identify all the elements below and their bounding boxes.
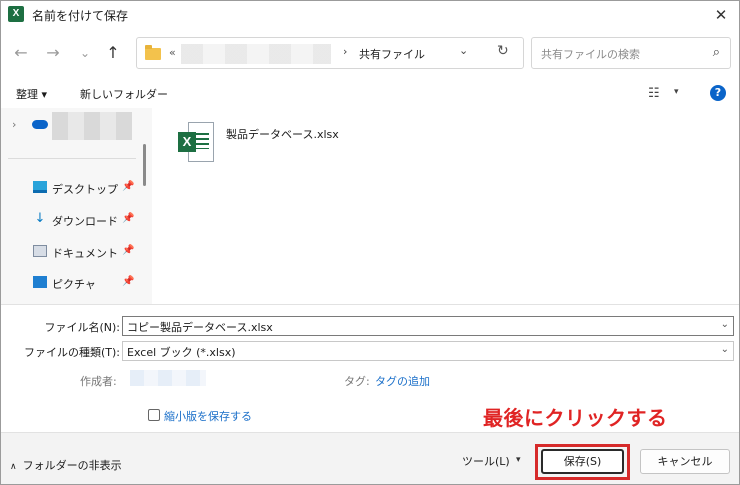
new-folder-button[interactable]: 新しいフォルダー bbox=[80, 86, 168, 102]
title-bar: X 名前を付けて保存 ✕ bbox=[0, 0, 740, 30]
expand-chevron-icon[interactable]: › bbox=[12, 118, 16, 131]
dialog-footer: ∧ フォルダーの非表示 ツール(L) ▾ 保存(S) キャンセル bbox=[0, 432, 740, 485]
pin-icon: 📌 bbox=[122, 213, 135, 224]
recent-locations-chevron-icon[interactable]: ⌄ bbox=[74, 42, 96, 64]
excel-app-icon: X bbox=[8, 6, 24, 22]
annotation-text: 最後にクリックする bbox=[483, 406, 668, 430]
document-icon bbox=[33, 245, 47, 257]
search-placeholder: 共有ファイルの検索 bbox=[541, 48, 640, 61]
sidebar-item-downloads[interactable]: ↓ ダウンロード 📌 bbox=[0, 206, 140, 234]
chevron-down-icon[interactable]: ⌄ bbox=[721, 319, 729, 330]
refresh-icon[interactable]: ↻ bbox=[497, 43, 509, 59]
save-button[interactable]: 保存(S) bbox=[541, 449, 624, 474]
search-icon[interactable]: ⌕ bbox=[713, 45, 720, 60]
close-button[interactable]: ✕ bbox=[708, 3, 734, 27]
chevron-down-icon[interactable]: ⌄ bbox=[721, 344, 729, 355]
filename-label: ファイル名(N): bbox=[44, 321, 120, 334]
onedrive-label-blurred[interactable] bbox=[52, 112, 132, 140]
hide-folders-label: フォルダーの非表示 bbox=[22, 459, 122, 472]
file-name[interactable]: 製品データベース.xlsx bbox=[226, 126, 339, 142]
back-arrow-icon[interactable]: ← bbox=[10, 42, 32, 64]
folder-icon bbox=[145, 45, 161, 60]
add-tag-link[interactable]: タグの追加 bbox=[375, 373, 430, 389]
sidebar-item-desktop[interactable]: デスクトップ 📌 bbox=[0, 174, 140, 202]
chevron-right-icon[interactable]: › bbox=[343, 45, 347, 58]
download-icon: ↓ bbox=[34, 211, 46, 226]
author-value-blurred[interactable] bbox=[130, 370, 206, 386]
sidebar-item-label: ドキュメント bbox=[52, 247, 118, 260]
filetype-value: Excel ブック (*.xlsx) bbox=[127, 346, 236, 359]
pin-icon: 📌 bbox=[122, 245, 135, 256]
tags-label: タグ: bbox=[344, 375, 370, 388]
onedrive-cloud-icon bbox=[32, 120, 48, 129]
filename-field[interactable]: コピー製品データベース.xlsx ⌄ bbox=[122, 316, 734, 336]
tools-button[interactable]: ツール(L) bbox=[462, 453, 510, 469]
excel-file-icon[interactable]: X bbox=[178, 122, 214, 162]
forward-arrow-icon[interactable]: → bbox=[42, 42, 64, 64]
sidebar-scrollbar[interactable] bbox=[143, 144, 146, 186]
desktop-icon bbox=[33, 181, 47, 193]
breadcrumb-current[interactable]: 共有ファイル bbox=[359, 46, 425, 62]
save-thumbnail-checkbox[interactable] bbox=[148, 409, 160, 421]
chevron-down-icon[interactable]: ⌄ bbox=[459, 44, 468, 57]
tools-dropdown-icon[interactable]: ▾ bbox=[516, 455, 521, 465]
filetype-select[interactable]: Excel ブック (*.xlsx) ⌄ bbox=[122, 341, 734, 361]
author-label: 作成者: bbox=[80, 375, 117, 388]
hide-folders-button[interactable]: ∧ フォルダーの非表示 bbox=[10, 457, 122, 473]
pin-icon: 📌 bbox=[122, 276, 135, 287]
navigation-pane: › デスクトップ 📌 ↓ ダウンロード 📌 ドキュメント 📌 ピクチャ 📌 bbox=[0, 108, 152, 304]
divider bbox=[0, 304, 740, 305]
up-arrow-icon[interactable]: ↑ bbox=[102, 42, 124, 64]
sidebar-item-label: デスクトップ bbox=[52, 183, 118, 196]
window-title: 名前を付けて保存 bbox=[32, 9, 129, 23]
search-input[interactable]: 共有ファイルの検索 ⌕ bbox=[531, 37, 731, 69]
divider bbox=[8, 158, 136, 159]
sidebar-item-label: ピクチャ bbox=[52, 278, 96, 291]
sidebar-item-documents[interactable]: ドキュメント 📌 bbox=[0, 238, 140, 266]
navigation-bar: ← → ⌄ ↑ « › 共有ファイル ⌄ ↻ 共有ファイルの検索 ⌕ bbox=[0, 30, 740, 76]
address-overflow-icon[interactable]: « bbox=[169, 46, 176, 59]
sidebar-item-pictures[interactable]: ピクチャ 📌 bbox=[0, 269, 140, 297]
filetype-row: ファイルの種類(T): Excel ブック (*.xlsx) ⌄ bbox=[0, 341, 740, 361]
view-dropdown-icon[interactable]: ▾ bbox=[674, 87, 679, 97]
pin-icon: 📌 bbox=[122, 181, 135, 192]
command-bar: 整理 ▾ 新しいフォルダー ☷ ▾ ? bbox=[0, 80, 740, 108]
chevron-up-icon: ∧ bbox=[10, 462, 17, 472]
address-path-blurred bbox=[181, 44, 331, 64]
pictures-icon bbox=[33, 276, 47, 288]
sidebar-item-label: ダウンロード bbox=[52, 215, 118, 228]
save-thumbnail-label[interactable]: 縮小版を保存する bbox=[164, 408, 252, 424]
filetype-label: ファイルの種類(T): bbox=[23, 346, 120, 359]
excel-badge-icon: X bbox=[178, 132, 196, 152]
address-bar[interactable]: « › 共有ファイル ⌄ ↻ bbox=[136, 37, 524, 69]
filename-row: ファイル名(N): コピー製品データベース.xlsx ⌄ bbox=[0, 316, 740, 336]
view-options-icon[interactable]: ☷ bbox=[648, 86, 660, 101]
help-icon[interactable]: ? bbox=[710, 85, 726, 101]
organize-button[interactable]: 整理 ▾ bbox=[16, 86, 47, 102]
filename-value: コピー製品データベース.xlsx bbox=[127, 321, 273, 334]
cancel-button[interactable]: キャンセル bbox=[640, 449, 730, 474]
